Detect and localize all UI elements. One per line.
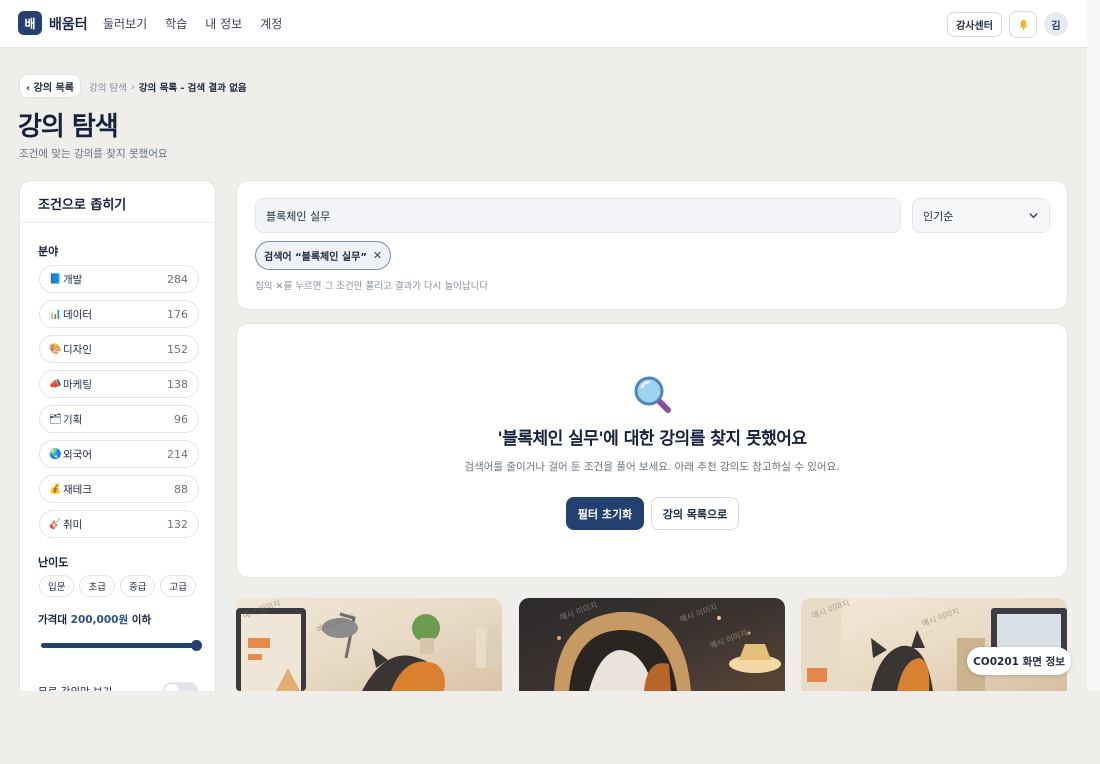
active-filter-chip[interactable]: 검색어 “블록체인 실무” ✕ — [255, 241, 392, 270]
sidebar-title: 조건으로 좁히기 — [38, 198, 127, 213]
page-title: 강의 탐색 — [18, 112, 119, 142]
main-nav: 둘러보기 학습 내 정보 계정 — [103, 15, 300, 32]
active-filter-label: 검색어 “블록체인 실무” — [264, 252, 367, 263]
folder-icon: 🗂 — [49, 413, 62, 425]
category-item-marketing[interactable]: 📣 마케팅 138 — [39, 370, 199, 398]
category-count: 96 — [174, 412, 188, 426]
category-label: 개발 — [63, 273, 83, 286]
palette-icon: 🎨 — [49, 343, 62, 355]
recommended-course-thumbnail[interactable]: 예시 이미지 예시 이미지 — [801, 598, 1067, 691]
back-to-list-button[interactable]: ‹ 강의 목록 — [19, 74, 81, 98]
recommended-course-thumbnail[interactable]: 예시 이미지 예시 이미지 — [236, 598, 502, 691]
category-count: 132 — [167, 517, 188, 531]
category-label: 기획 — [63, 413, 83, 426]
chart-icon: 📊 — [49, 308, 62, 320]
category-count: 138 — [167, 377, 188, 391]
breadcrumb-separator: › — [130, 81, 135, 93]
category-item-language[interactable]: 🌏 외국어 214 — [39, 440, 199, 468]
nav-item-learning[interactable]: 학습 — [165, 15, 187, 32]
globe-icon: 🌏 — [49, 448, 62, 460]
category-item-design[interactable]: 🎨 디자인 152 — [39, 335, 199, 363]
scrollbar-gutter — [1087, 0, 1100, 691]
category-label: 마케팅 — [63, 378, 92, 391]
category-count: 152 — [167, 342, 188, 356]
breadcrumb-current: 강의 목록 - 검색 결과 없음 — [138, 83, 247, 94]
divider — [20, 222, 215, 223]
price-slider[interactable] — [41, 640, 202, 651]
page-bottom-area — [0, 691, 1100, 764]
megaphone-icon: 📣 — [49, 378, 62, 390]
top-navigation-bar: 배 배움터 둘러보기 학습 내 정보 계정 강사센터 김 — [0, 0, 1087, 48]
category-count: 284 — [167, 272, 188, 286]
sort-select-value: 인기순 — [923, 209, 954, 223]
breadcrumb: 강의 탐색 › 강의 목록 - 검색 결과 없음 — [89, 80, 247, 95]
price-range-label: 가격대 200,000원 이하 — [38, 612, 151, 627]
category-label: 취미 — [63, 518, 83, 531]
price-prefix: 가격대 — [38, 614, 71, 626]
sort-select[interactable]: 인기순 — [912, 198, 1050, 233]
course-photo — [236, 608, 498, 691]
breadcrumb-item-explore[interactable]: 강의 탐색 — [89, 80, 127, 94]
category-count: 214 — [167, 447, 188, 461]
page-subtitle: 조건에 맞는 강의를 찾지 못했어요 — [19, 148, 168, 160]
nav-item-my-info[interactable]: 내 정보 — [205, 15, 242, 32]
price-slider-fill — [41, 643, 197, 648]
search-input[interactable] — [255, 198, 901, 233]
notification-button[interactable] — [1009, 11, 1037, 38]
avatar[interactable]: 김 — [1044, 12, 1068, 36]
instructor-center-button[interactable]: 강사센터 — [947, 12, 1002, 37]
book-icon: 📘 — [49, 273, 62, 285]
level-section-label: 난이도 — [38, 556, 69, 569]
level-chip-beginner[interactable]: 초급 — [79, 575, 115, 597]
category-label: 디자인 — [63, 343, 92, 356]
category-label: 데이터 — [63, 308, 92, 321]
guitar-icon: 🎸 — [49, 518, 62, 530]
reset-filters-button[interactable]: 필터 초기화 — [566, 497, 644, 530]
chevron-down-icon — [1029, 213, 1038, 219]
level-chip-intro[interactable]: 입문 — [39, 575, 75, 597]
category-item-planning[interactable]: 🗂 기획 96 — [39, 405, 199, 433]
close-icon[interactable]: ✕ — [373, 249, 382, 262]
category-section-label: 분야 — [38, 245, 59, 258]
logo-icon[interactable]: 배 — [18, 11, 42, 35]
bell-icon — [1019, 19, 1027, 30]
category-count: 88 — [174, 482, 188, 496]
filter-hint: 칩의 ✕를 누르면 그 조건만 풀리고 결과가 다시 늘어납니다 — [255, 281, 489, 292]
filter-sidebar: 조건으로 좁히기 분야 📘 개발 284 📊 데이터 176 🎨 디자인 152… — [19, 180, 216, 700]
category-item-data[interactable]: 📊 데이터 176 — [39, 300, 199, 328]
category-count: 176 — [167, 307, 188, 321]
empty-state-description: 검색어를 줄이거나 걸어 둔 조건을 풀어 보세요. 아래 추천 강의도 참고하… — [464, 461, 840, 473]
empty-state-title: '블록체인 실무'에 대한 강의를 찾지 못했어요 — [497, 429, 807, 449]
course-photo — [801, 598, 1067, 691]
level-chip-group: 입문 초급 중급 고급 — [39, 575, 196, 597]
money-bag-icon: 💰 — [49, 483, 62, 495]
level-chip-intermediate[interactable]: 중급 — [119, 575, 156, 597]
level-chip-advanced[interactable]: 고급 — [160, 575, 196, 597]
recommended-course-thumbnail[interactable]: 예시 이미지 예시 이미지 예시 이미지 — [519, 598, 785, 691]
logo-text[interactable]: 배움터 — [49, 14, 88, 34]
category-item-hobby[interactable]: 🎸 취미 132 — [39, 510, 199, 538]
category-item-dev[interactable]: 📘 개발 284 — [39, 265, 199, 293]
screen-info-badge[interactable]: CO0201 화면 정보 — [967, 647, 1071, 675]
category-item-finance[interactable]: 💰 재테크 88 — [39, 475, 199, 503]
nav-item-browse[interactable]: 둘러보기 — [103, 15, 147, 32]
search-panel: 인기순 검색어 “블록체인 실무” ✕ 칩의 ✕를 누르면 그 조건만 풀리고 … — [236, 180, 1068, 310]
nav-item-account[interactable]: 계정 — [260, 15, 282, 32]
category-label: 재테크 — [63, 483, 92, 496]
price-value: 200,000원 — [70, 614, 129, 626]
magnifier-icon — [634, 376, 671, 413]
price-slider-thumb[interactable] — [191, 640, 202, 651]
empty-state-panel: '블록체인 실무'에 대한 강의를 찾지 못했어요 검색어를 줄이거나 걸어 둔… — [236, 323, 1068, 578]
go-to-list-button[interactable]: 강의 목록으로 — [651, 497, 739, 530]
price-suffix: 이하 — [128, 614, 152, 626]
category-label: 외국어 — [63, 448, 92, 461]
